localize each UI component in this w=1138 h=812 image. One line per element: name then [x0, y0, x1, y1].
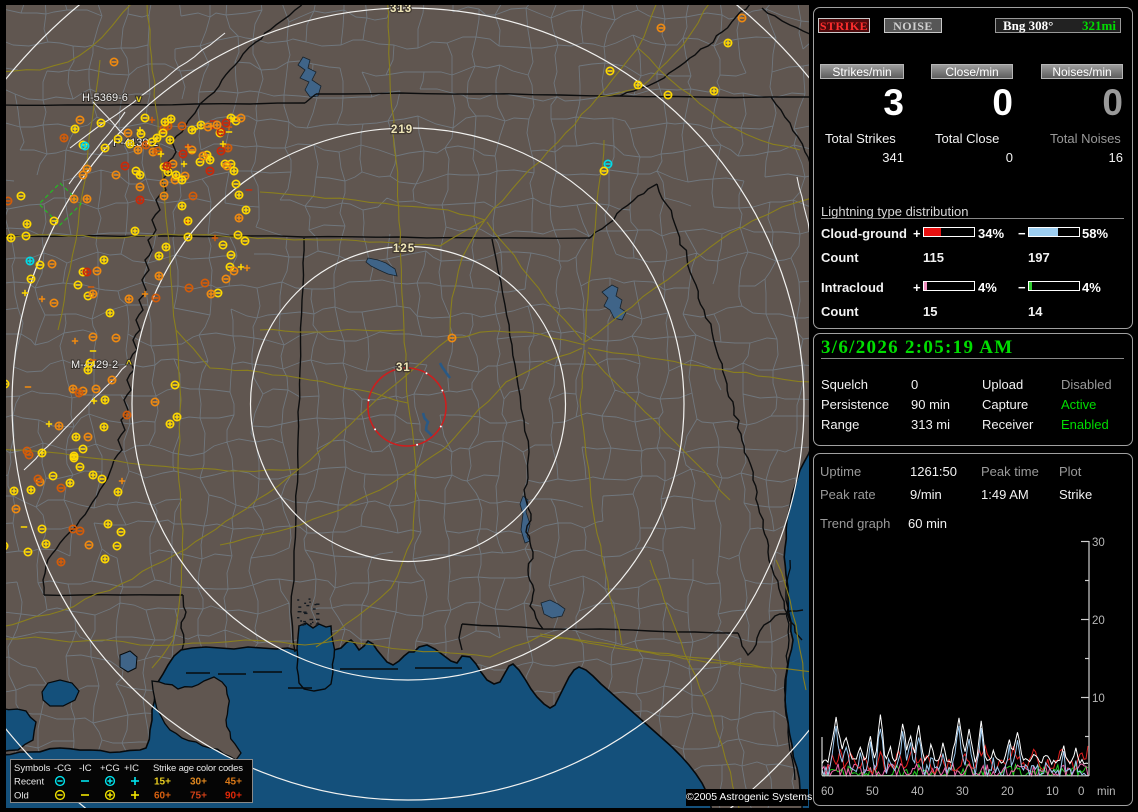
svg-text:+IC: +IC [124, 763, 139, 774]
svg-text:Recent: Recent [14, 777, 44, 788]
svg-text:30: 30 [1092, 537, 1105, 549]
svg-text:Strike age color codes: Strike age color codes [153, 763, 243, 774]
svg-text:Old: Old [14, 791, 29, 802]
svg-text:40: 40 [911, 786, 924, 798]
svg-text:10: 10 [1046, 786, 1059, 798]
svg-text:30+: 30+ [190, 777, 207, 788]
svg-text:75+: 75+ [190, 791, 207, 802]
svg-text:min: min [1097, 786, 1116, 798]
svg-text:Symbols: Symbols [14, 763, 51, 774]
svg-text:30: 30 [956, 786, 969, 798]
svg-text:45+: 45+ [225, 777, 242, 788]
svg-text:M-4429-2: M-4429-2 [71, 359, 118, 371]
svg-text:-CG: -CG [54, 763, 71, 774]
svg-text:313: 313 [390, 5, 412, 15]
svg-text:219: 219 [391, 124, 413, 136]
svg-text:+CG: +CG [100, 763, 120, 774]
svg-text:10: 10 [1092, 693, 1105, 705]
svg-text:20: 20 [1092, 615, 1105, 627]
svg-text:^: ^ [126, 359, 132, 370]
svg-text:125: 125 [393, 243, 415, 255]
svg-text:50: 50 [866, 786, 879, 798]
svg-text:-IC: -IC [79, 763, 92, 774]
svg-text:60: 60 [821, 786, 834, 798]
svg-text:H-5369-6: H-5369-6 [82, 92, 128, 104]
svg-text:15+: 15+ [154, 777, 171, 788]
svg-text:90+: 90+ [225, 791, 242, 802]
svg-text:31: 31 [396, 362, 411, 374]
svg-text:20: 20 [1001, 786, 1014, 798]
svg-text:0: 0 [1078, 786, 1084, 798]
svg-text:v: v [136, 94, 142, 105]
svg-text:60+: 60+ [154, 791, 171, 802]
